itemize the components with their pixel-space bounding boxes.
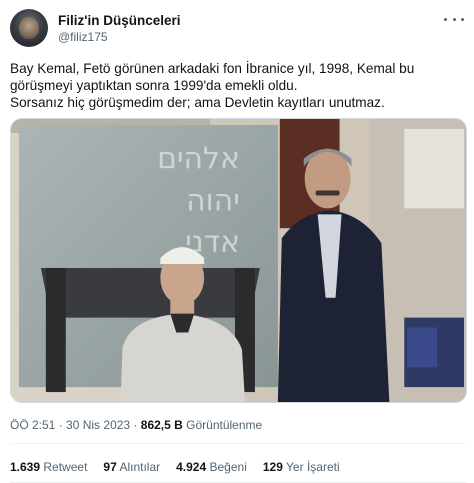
tweet-card: Filiz'in Düşünceleri @filiz175 Bay Kemal… [0,0,474,483]
likes-count: 4.924 [176,460,207,474]
tweet-meta: ÖÖ 2:51 · 30 Nis 2023 · 862,5 B Görüntül… [10,418,262,432]
photo-scene: אלהים יהוה אדני [11,119,466,402]
quotes-stat[interactable]: 97 Alıntılar [103,460,160,474]
more-options-icon[interactable] [444,12,464,26]
tweet-text-line: görüşmeyi yaptıktan sonra 1999'da emekli… [10,78,298,93]
tweet-text-line: Sorsanız hiç görüşmedim der; ama Devleti… [10,95,385,110]
views-count[interactable]: 862,5 B [141,418,183,432]
views-label: Görüntülenme [186,418,263,432]
engagement-stats: 1.639 Retweet 97 Alıntılar 4.924 Beğeni … [10,460,356,474]
tweet-time[interactable]: ÖÖ 2:51 [10,418,55,432]
quotes-count: 97 [103,460,117,474]
divider [10,443,467,444]
author-handle[interactable]: @filiz175 [58,29,180,45]
quotes-label: Alıntılar [119,460,161,474]
meta-separator: · [133,418,138,432]
tweet-header: Filiz'in Düşünceleri @filiz175 [10,9,180,47]
likes-stat[interactable]: 4.924 Beğeni [176,460,247,474]
avatar[interactable] [10,9,48,47]
retweets-count: 1.639 [10,460,41,474]
author-names: Filiz'in Düşünceleri @filiz175 [58,12,180,45]
wall-inscription-line: יהוה [186,183,240,218]
retweets-label: Retweet [43,460,88,474]
tweet-photo[interactable]: אלהים יהוה אדני [10,118,467,403]
bookmarks-label: Yer İşareti [286,460,340,474]
tweet-date[interactable]: 30 Nis 2023 [66,418,130,432]
wall-inscription-line: אלהים [157,142,240,177]
tweet-text: Bay Kemal, Fetö görünen arkadaki fon İbr… [10,60,468,111]
bookmarks-stat[interactable]: 129 Yer İşareti [263,460,340,474]
tweet-text-line: Bay Kemal, Fetö görünen arkadaki fon İbr… [10,61,415,76]
author-display-name[interactable]: Filiz'in Düşünceleri [58,12,180,29]
bookmarks-count: 129 [262,460,283,474]
likes-label: Beğeni [209,460,247,474]
retweets-stat[interactable]: 1.639 Retweet [10,460,87,474]
meta-separator: · [58,418,63,432]
